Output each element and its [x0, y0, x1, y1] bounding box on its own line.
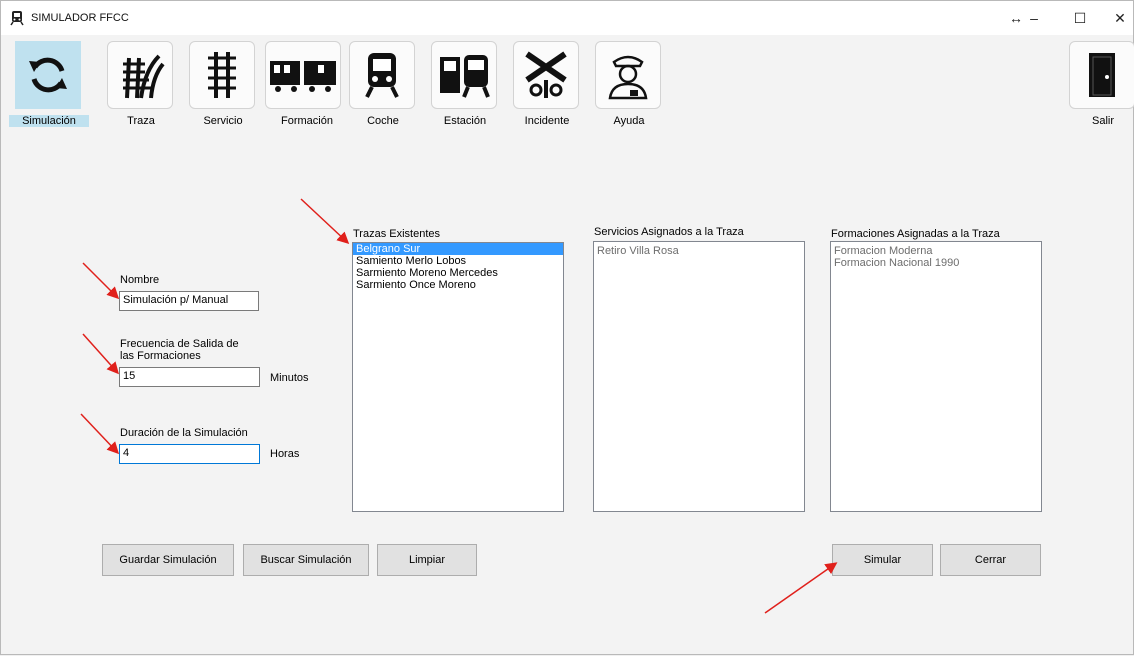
close-window-button[interactable]: ✕ — [1097, 1, 1134, 35]
toolbar-incidente[interactable]: Incidente — [507, 41, 579, 131]
servicios-listbox[interactable]: Retiro Villa Rosa — [593, 241, 805, 512]
toolbar-label: Incidente — [524, 115, 570, 127]
list-item[interactable]: Sarmiento Once Moreno — [353, 279, 563, 291]
rail-switch-icon — [107, 41, 173, 109]
nombre-label: Nombre — [120, 274, 160, 286]
trazas-listbox[interactable]: Belgrano Sur Samiento Merlo Lobos Sarmie… — [352, 242, 564, 512]
frecuencia-label-line2: las Formaciones — [120, 350, 201, 362]
annotation-arrow — [82, 333, 120, 375]
toolbar-simulacion[interactable]: Simulación — [9, 41, 89, 131]
station-icon — [431, 41, 497, 109]
annotation-arrow — [764, 562, 838, 614]
toolbar-formacion[interactable]: Formación — [259, 41, 341, 131]
refresh-icon — [15, 41, 81, 109]
train-front-icon — [349, 41, 415, 109]
annotation-arrow — [80, 413, 120, 455]
railroad-crossing-icon — [513, 41, 579, 109]
duracion-input[interactable]: 4 — [119, 444, 260, 464]
toolbar-label: Coche — [367, 115, 399, 127]
toolbar-coche[interactable]: Coche — [343, 41, 415, 131]
toolbar-label: Ayuda — [613, 115, 645, 127]
toolbar-traza[interactable]: Traza — [101, 41, 173, 131]
toolbar-label: Estación — [443, 115, 487, 127]
limpiar-button[interactable]: Limpiar — [377, 544, 477, 576]
title-bar: SIMULADOR FFCC ↔ – ☐ ✕ — [1, 1, 1133, 35]
frecuencia-input[interactable]: 15 — [119, 367, 260, 387]
annotation-arrow — [82, 262, 120, 300]
cerrar-button[interactable]: Cerrar — [940, 544, 1041, 576]
app-window: SIMULADOR FFCC ↔ – ☐ ✕ Simulación Traza … — [0, 0, 1134, 655]
list-item[interactable]: Formacion Nacional 1990 — [831, 257, 1041, 269]
toolbar-label: Formación — [281, 115, 333, 127]
train-cars-icon — [265, 41, 341, 109]
conductor-icon — [595, 41, 661, 109]
toolbar-label: Salir — [1091, 115, 1114, 127]
train-icon — [10, 11, 24, 26]
list-item[interactable]: Retiro Villa Rosa — [594, 245, 804, 257]
frecuencia-label-line1: Frecuencia de Salida de — [120, 338, 239, 350]
annotation-arrow — [300, 198, 350, 245]
toolbar-label: Traza — [127, 115, 155, 127]
railway-track-icon — [189, 41, 255, 109]
duracion-label: Duración de la Simulación — [120, 427, 248, 439]
formaciones-listbox[interactable]: Formacion Moderna Formacion Nacional 199… — [830, 241, 1042, 512]
toolbar-estacion[interactable]: Estación — [425, 41, 497, 131]
window-title: SIMULADOR FFCC — [31, 12, 129, 24]
toolbar-servicio[interactable]: Servicio — [183, 41, 255, 131]
toolbar-label: Servicio — [203, 115, 243, 127]
servicios-label: Servicios Asignados a la Traza — [594, 226, 744, 238]
trazas-label: Trazas Existentes — [353, 228, 441, 240]
duracion-unit: Horas — [270, 448, 300, 460]
toolbar-label: Simulación — [9, 115, 89, 127]
list-item[interactable]: Belgrano Sur — [353, 243, 563, 255]
nombre-input[interactable]: Simulación p/ Manual — [119, 291, 259, 311]
door-icon — [1069, 41, 1134, 109]
minimize-button[interactable]: – — [1011, 1, 1057, 35]
guardar-simulacion-button[interactable]: Guardar Simulación — [102, 544, 234, 576]
formaciones-label: Formaciones Asignadas a la Traza — [831, 228, 1000, 240]
list-item[interactable]: Formacion Moderna — [831, 245, 1041, 257]
exit-button[interactable]: Salir — [1063, 41, 1134, 131]
frecuencia-unit: Minutos — [270, 372, 309, 384]
list-item[interactable]: Samiento Merlo Lobos — [353, 255, 563, 267]
list-item[interactable]: Sarmiento Moreno Mercedes — [353, 267, 563, 279]
simular-button[interactable]: Simular — [832, 544, 933, 576]
buscar-simulacion-button[interactable]: Buscar Simulación — [243, 544, 369, 576]
toolbar-ayuda[interactable]: Ayuda — [589, 41, 661, 131]
